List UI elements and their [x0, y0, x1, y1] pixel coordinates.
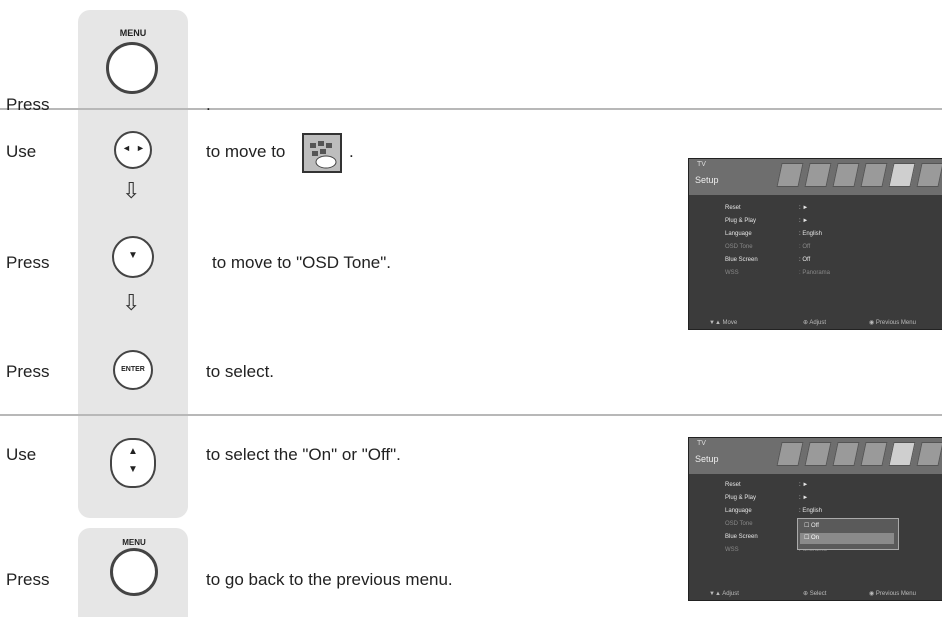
enter-button-icon: ENTER: [113, 350, 153, 390]
tv-item-value: : Off: [799, 244, 811, 250]
tv-item-value: : ►: [799, 482, 809, 488]
keypad-hand-icon: [310, 141, 337, 169]
down-arrow-icon: ⇩: [122, 178, 141, 203]
tv-item-label: Language: [725, 231, 752, 237]
step-word: Use: [6, 142, 37, 161]
step-desc: to select the "On" or "Off".: [206, 445, 401, 464]
down-arrow-icon: ⇩: [122, 290, 141, 315]
enter-label: ENTER: [121, 366, 145, 373]
tv-footer-hint: ▼▲ Move: [709, 320, 738, 326]
tv-footer-hint: ⊕ Adjust: [803, 320, 827, 326]
down-arrow-icon: ▼: [128, 464, 138, 475]
left-right-button-icon: ◄ ►: [114, 131, 152, 169]
tv-brand: TV: [697, 440, 706, 447]
step-desc: to move to: [206, 142, 286, 161]
tv-item-label: Plug & Play: [725, 495, 757, 501]
tv-item-label: OSD Tone: [725, 521, 753, 527]
tv-item-label: Plug & Play: [725, 218, 757, 224]
tv-item-value: : ►: [799, 218, 809, 224]
menu-button-icon: [106, 42, 158, 94]
tv-item-label: Language: [725, 508, 752, 514]
down-arrow-icon: ▼: [128, 250, 138, 261]
step-word: Press: [6, 95, 50, 114]
right-arrow-icon: ►: [136, 143, 145, 153]
tv-footer-hint: ◉ Previous Menu: [869, 320, 916, 326]
step-desc: to go back to the previous menu.: [206, 570, 453, 589]
popup-option-off[interactable]: ☐ Off: [804, 522, 819, 529]
tv-brand: TV: [697, 161, 706, 168]
step-word: Press: [6, 253, 50, 272]
divider-2: [0, 414, 942, 416]
menu-button-label: MENU: [119, 28, 147, 38]
step-desc: .: [206, 95, 211, 114]
menu-button-label: MENU: [122, 538, 146, 547]
input-tab-icon: [916, 163, 942, 187]
tv-item-value: : ►: [799, 495, 809, 501]
tv-item-label: WSS: [725, 270, 739, 276]
tv-setup-screen-1: TV Setup Reset : ► Plug & Play : ► Langu…: [688, 158, 942, 330]
tv-item-value: : English: [799, 231, 823, 237]
down-button-icon: ▼: [112, 236, 154, 278]
left-arrow-icon: ◄: [122, 143, 131, 153]
tv-setup-screen-2: TV Setup Reset : ► Plug & Play : ► Langu…: [688, 437, 942, 601]
tv-item-value: : English: [799, 508, 823, 514]
tv-menu-title: Setup: [695, 454, 719, 464]
tv-footer-hint: ⊕ Select: [803, 591, 827, 597]
step-desc: to move to "OSD Tone".: [212, 253, 392, 272]
tv-item-label: WSS: [725, 547, 739, 553]
input-tab-icon: [916, 442, 942, 466]
tv-footer-hint: ◉ Previous Menu: [869, 591, 916, 597]
step-word: Press: [6, 570, 50, 589]
up-down-button-icon: ▲ ▼: [110, 438, 156, 488]
tv-item-value: : Off: [799, 257, 811, 263]
setup-menu-icon: [302, 133, 342, 173]
divider-1: [0, 108, 942, 110]
step-word: Press: [6, 362, 50, 381]
up-arrow-icon: ▲: [128, 446, 138, 457]
tv-item-label: OSD Tone: [725, 244, 753, 250]
tv-item-value: : ►: [799, 205, 809, 211]
popup-option-on[interactable]: ☐ On: [800, 533, 894, 544]
step-desc: to select.: [206, 362, 275, 381]
step-word: Use: [6, 445, 37, 464]
tv-item-label: Reset: [725, 482, 741, 488]
tv-menu-title: Setup: [695, 175, 719, 185]
tv-item-value: : Panorama: [799, 270, 831, 276]
tv-item-label: Blue Screen: [725, 534, 758, 540]
tv-item-label: Reset: [725, 205, 741, 211]
menu-button-icon: [110, 548, 158, 596]
osd-tone-popup: ☐ Off ☐ On: [797, 518, 899, 550]
tv-footer-hint: ▼▲ Adjust: [709, 591, 739, 597]
tv-item-label: Blue Screen: [725, 257, 758, 263]
step-desc-tail: .: [349, 142, 354, 161]
